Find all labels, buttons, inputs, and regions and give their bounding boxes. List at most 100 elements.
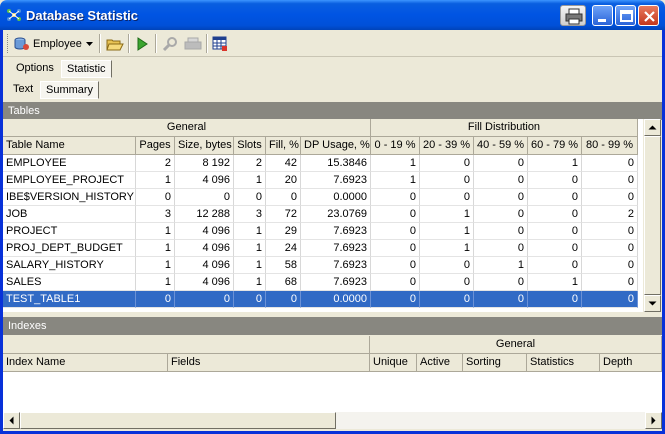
column-header[interactable]: Statistics [527,354,600,372]
table-row[interactable]: SALES 1 4 096 1 68 7.6923 0 0 0 1 0 [3,274,638,291]
scroll-right-button[interactable] [645,412,662,429]
toolbar-separator [155,34,157,53]
table-name-cell: EMPLOYEE_PROJECT [3,172,136,189]
print-button[interactable] [560,5,586,26]
toolbar-separator [206,34,208,53]
title-bar[interactable]: Database Statistic [0,0,665,30]
table-cell: 0.0000 [301,189,371,206]
table-cell: 0 [371,257,420,274]
table-cell: 0 [582,291,638,308]
table-cell: 1 [528,155,582,172]
scroll-thumb[interactable] [20,412,336,429]
column-group-header-row: General [3,336,662,354]
window-title: Database Statistic [26,8,138,23]
table-cell: 7.6923 [301,223,371,240]
maximize-icon [620,10,633,22]
table-cell: 0 [582,223,638,240]
table-cell: 0 [474,274,528,291]
tab-summary[interactable]: Summary [40,81,100,99]
table-cell: 0 [582,155,638,172]
database-icon [14,37,29,50]
table-row[interactable]: PROJECT 1 4 096 1 29 7.6923 0 1 0 0 0 [3,223,638,240]
scroll-up-button[interactable] [644,119,661,136]
toolbar-grip[interactable] [7,34,10,53]
run-button[interactable] [135,33,149,54]
scroll-down-button[interactable] [644,295,661,312]
table-cell: 0 [175,189,234,206]
table-cell: 0 [474,155,528,172]
column-header[interactable]: Fill, % [266,137,301,155]
table-row[interactable]: EMPLOYEE 2 8 192 2 42 15.3846 1 0 0 1 0 [3,155,638,172]
table-cell: 0 [371,291,420,308]
table-cell: 1 [234,172,266,189]
table-cell: 0 [420,189,474,206]
print-toolbar-button[interactable] [184,33,202,54]
column-header[interactable]: 40 - 59 % [474,137,528,155]
table-row[interactable]: PROJ_DEPT_BUDGET 1 4 096 1 24 7.6923 0 1 0 0 0 [3,240,638,257]
table-cell: 1 [136,274,175,291]
table-cell: 0 [528,257,582,274]
table-cell: 1 [136,172,175,189]
minimize-button[interactable] [592,5,613,26]
scroll-thumb[interactable] [644,136,661,295]
tab-text[interactable]: Text [8,81,38,99]
arrow-right-icon [651,416,656,425]
column-header[interactable]: Active [417,354,463,372]
toolbar-separator [99,34,101,53]
arrow-up-icon [648,125,657,130]
table-cell: 0 [420,155,474,172]
column-header[interactable]: Pages [136,137,175,155]
tab-statistic[interactable]: Statistic [61,60,112,78]
tables-grid[interactable]: General Fill Distribution Table Name Pages S… [3,119,644,312]
indexes-grid[interactable]: General Index Name Fields Unique Active Sorti… [3,336,662,412]
column-header[interactable]: Size, bytes [175,137,234,155]
column-header[interactable]: Fields [168,354,370,372]
scroll-left-button[interactable] [3,412,20,429]
column-header[interactable]: DP Usage, % [301,137,371,155]
table-cell: 0 [528,240,582,257]
table-cell: 1 [420,206,474,223]
find-button[interactable] [161,33,179,54]
column-header[interactable]: 0 - 19 % [371,137,420,155]
table-cell: 0 [582,240,638,257]
close-button[interactable] [638,5,659,26]
table-cell: 1 [420,240,474,257]
table-cell: 58 [266,257,301,274]
indexes-horizontal-scrollbar[interactable] [3,412,662,429]
column-header[interactable]: Slots [234,137,266,155]
column-header[interactable]: Index Name [3,354,168,372]
minimize-icon [598,19,606,22]
maximize-button[interactable] [615,5,636,26]
column-header[interactable]: 60 - 79 % [528,137,582,155]
column-header[interactable]: 20 - 39 % [420,137,474,155]
tables-section-header: Tables [3,102,662,120]
column-header[interactable]: 80 - 99 % [582,137,638,155]
table-row[interactable]: IBE$VERSION_HISTORY 0 0 0 0 0.0000 0 0 0 0 0 [3,189,638,206]
column-header[interactable]: Table Name [3,137,136,155]
tables-vertical-scrollbar[interactable] [643,119,661,312]
open-folder-icon [106,39,124,50]
database-dropdown[interactable]: Employee [14,33,93,54]
printer-icon [565,8,583,25]
search-icon [162,36,177,51]
column-header[interactable]: Depth [600,354,662,372]
table-row[interactable]: EMPLOYEE_PROJECT 1 4 096 1 20 7.6923 1 0 0 0 0 [3,172,638,189]
statistics-grid-button[interactable] [212,33,228,54]
table-cell: 0 [474,206,528,223]
table-row[interactable]: TEST_TABLE1 0 0 0 0 0.0000 0 0 0 0 0 [3,291,638,308]
column-header[interactable]: Unique [370,354,417,372]
table-row[interactable]: JOB 3 12 288 3 72 23.0769 0 1 0 0 2 [3,206,638,223]
tab-options[interactable]: Options [11,60,59,78]
column-header-row: Table Name Pages Size, bytes Slots Fill, % DP… [3,137,638,155]
table-cell: 20 [266,172,301,189]
table-grid-icon [212,36,227,51]
table-cell: 24 [266,240,301,257]
table-cell: 4 096 [175,223,234,240]
table-cell: 7.6923 [301,274,371,291]
table-cell: 0 [420,291,474,308]
toolbar: Employee [3,30,662,57]
open-button[interactable] [106,33,124,54]
table-cell: 0 [528,172,582,189]
table-row[interactable]: SALARY_HISTORY 1 4 096 1 58 7.6923 0 0 1 0 0 [3,257,638,274]
column-header[interactable]: Sorting [463,354,527,372]
